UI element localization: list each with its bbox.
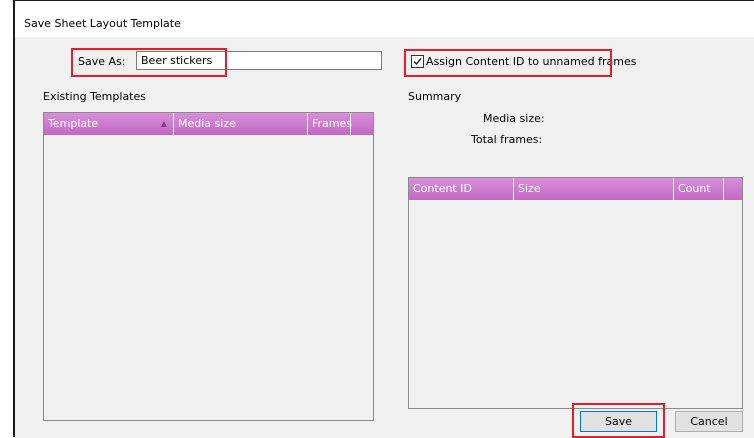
sort-ascending-icon: ▲ [160, 119, 167, 128]
dialog-body: Save As: Assign Content ID to unnamed fr… [15, 37, 754, 438]
summary-table-header: Content ID Size Count [409, 178, 742, 200]
column-header-size[interactable]: Size [514, 178, 674, 200]
column-header-count[interactable]: Count [674, 178, 724, 200]
column-header-media-size[interactable]: Media size [174, 113, 308, 135]
existing-templates-table[interactable]: Template ▲ Media size Frames [43, 112, 374, 421]
checkmark-icon [413, 58, 422, 66]
column-header-template[interactable]: Template ▲ [44, 113, 174, 135]
total-frames-label: Total frames: [471, 133, 543, 146]
column-size-label: Size [518, 182, 541, 195]
column-template-label: Template [48, 117, 99, 130]
summary-table[interactable]: Content ID Size Count [408, 177, 743, 409]
existing-templates-heading: Existing Templates [43, 90, 146, 103]
save-as-label: Save As: [78, 55, 126, 68]
save-button[interactable]: Save [580, 411, 657, 432]
assign-content-id-checkbox[interactable] [411, 55, 424, 68]
dialog-title: Save Sheet Layout Template [24, 17, 181, 30]
media-size-label: Media size: [483, 112, 545, 125]
assign-content-id-label: Assign Content ID to unnamed frames [426, 55, 637, 68]
column-header-content-id[interactable]: Content ID [409, 178, 514, 200]
column-header-frames[interactable]: Frames [308, 113, 353, 135]
column-frames-label: Frames [312, 117, 353, 130]
existing-templates-header: Template ▲ Media size Frames [44, 113, 373, 135]
cancel-button[interactable]: Cancel [675, 411, 743, 432]
save-as-input[interactable] [136, 51, 382, 70]
column-count-label: Count [678, 182, 711, 195]
column-content-id-label: Content ID [413, 182, 472, 195]
column-media-size-label: Media size [178, 117, 236, 130]
save-template-dialog: Save Sheet Layout Template Save As: Assi… [13, 0, 754, 438]
summary-heading: Summary [408, 90, 462, 103]
title-bar: Save Sheet Layout Template [15, 1, 754, 37]
